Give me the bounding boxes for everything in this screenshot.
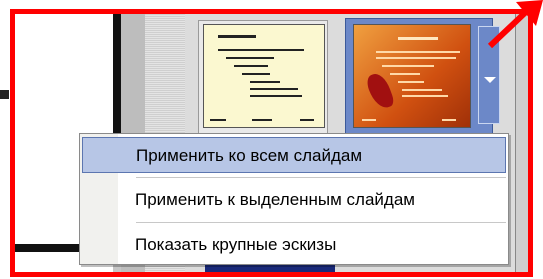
thumb-text-line <box>250 88 298 90</box>
thumb-text-line <box>250 95 302 97</box>
thumb-text-line <box>250 81 280 83</box>
thumb-text-line <box>376 51 460 53</box>
thumb-title-line <box>398 37 438 40</box>
design-thumbnail-orange[interactable] <box>353 24 471 128</box>
thumb-footer-line <box>252 119 272 121</box>
menu-item-apply-to-selected-slides[interactable]: Применить к выделенным слайдам <box>82 182 506 218</box>
thumb-text-line <box>398 81 424 83</box>
thumb-text-line <box>382 65 434 67</box>
thumb-text-line <box>226 57 274 59</box>
thumb-footer-line <box>300 119 314 121</box>
thumb-footer-line <box>362 119 376 121</box>
thumb-text-line <box>242 73 270 75</box>
thumb-decoration <box>364 70 396 112</box>
thumb-text-line <box>402 95 448 97</box>
chevron-down-icon <box>484 77 496 83</box>
panel-scrollbar[interactable] <box>515 14 528 272</box>
thumbnail-dropdown-button[interactable] <box>478 26 500 124</box>
menu-separator <box>136 222 506 223</box>
thumb-text-line <box>234 65 268 67</box>
thumb-text-line <box>376 57 456 59</box>
thumb-text-line <box>218 49 304 51</box>
thumb-footer-line <box>210 119 226 121</box>
menu-separator <box>136 177 506 178</box>
thumb-footer-line <box>442 119 456 121</box>
thumb-text-line <box>390 73 420 75</box>
bullet-marker <box>0 90 9 99</box>
design-thumbnail-default[interactable] <box>203 24 325 128</box>
thumb-title-line <box>218 35 256 38</box>
thumb-text-line <box>402 89 442 91</box>
apply-design-context-menu: Применить ко всем слайдам Применить к вы… <box>79 133 509 265</box>
menu-item-show-large-previews[interactable]: Показать крупные эскизы <box>82 227 506 263</box>
highlight-frame: Применить ко всем слайдам Применить к вы… <box>10 9 533 277</box>
menu-item-apply-to-all-slides[interactable]: Применить ко всем слайдам <box>82 137 506 173</box>
